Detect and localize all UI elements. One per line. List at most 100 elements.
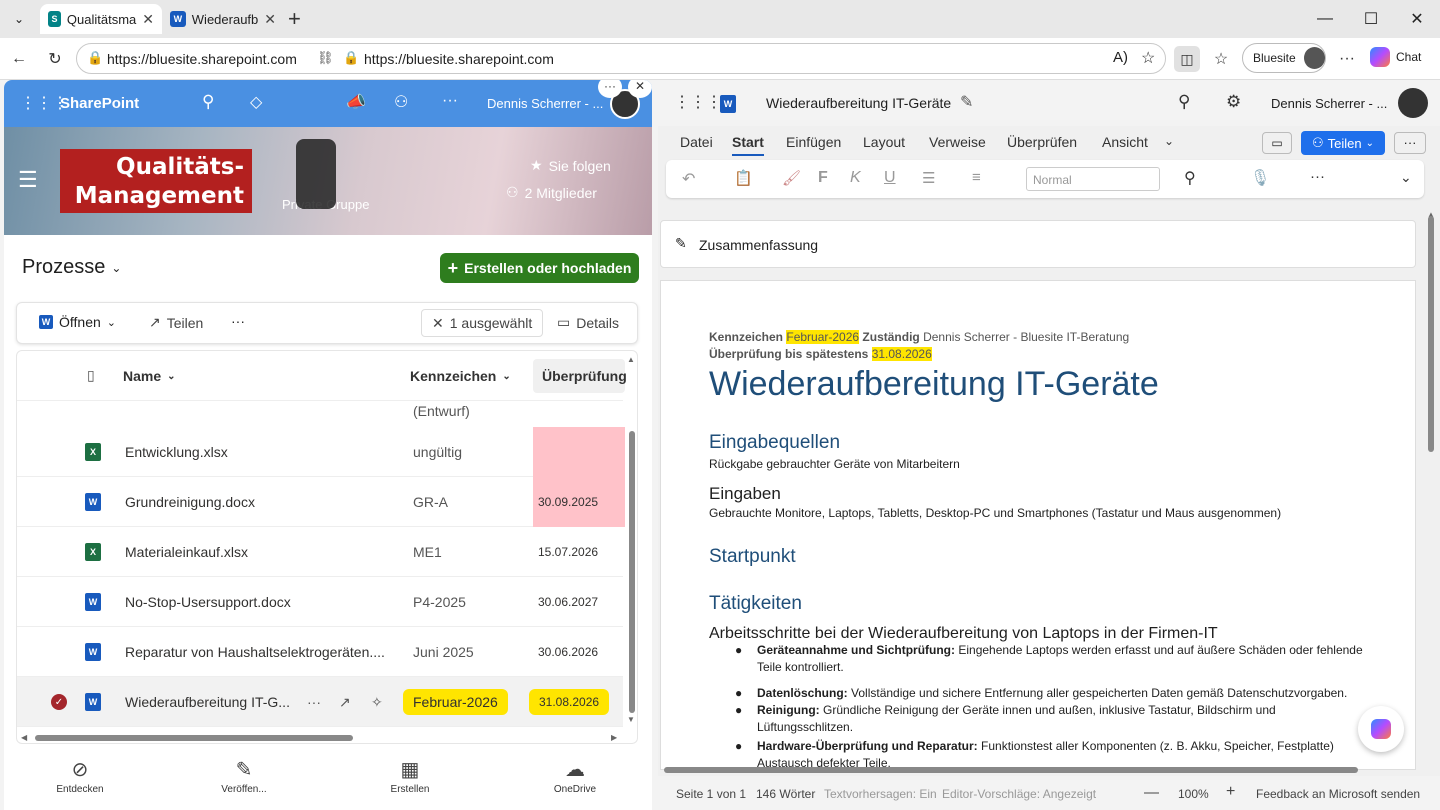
split-link-icon[interactable]: ⛓ bbox=[317, 50, 334, 66]
close-icon[interactable]: ✕ bbox=[628, 80, 652, 98]
tab-layout[interactable]: Layout bbox=[863, 134, 905, 150]
maximize-icon[interactable]: ☐ bbox=[1348, 0, 1394, 38]
follow-button[interactable]: ★ Sie folgen bbox=[530, 157, 611, 174]
underline-icon[interactable]: U bbox=[884, 169, 896, 187]
zoom-level[interactable]: 100% bbox=[1178, 787, 1209, 801]
table-row[interactable]: W Reparatur von Haushaltselektrogeräten..… bbox=[17, 627, 623, 677]
window-close-icon[interactable]: ✕ bbox=[1394, 0, 1440, 38]
close-icon[interactable]: ✕ bbox=[264, 11, 276, 28]
selection-count-button[interactable]: ✕ 1 ausgewählt bbox=[421, 309, 544, 337]
url-box[interactable]: 🔒 https://bluesite.sharepoint.com ⛓ 🔒 ht… bbox=[76, 43, 1166, 74]
scroll-thumb[interactable] bbox=[35, 735, 353, 741]
align-icon[interactable]: ≡ bbox=[972, 169, 981, 186]
scroll-right-icon[interactable]: ▶ bbox=[611, 733, 617, 742]
italic-icon[interactable]: K bbox=[850, 169, 861, 187]
copilot-outline-icon[interactable]: ◇ bbox=[250, 92, 262, 112]
column-kennzeichen[interactable]: Kennzeichen ⌄ bbox=[410, 368, 511, 384]
share-people-icon[interactable]: ⚇ bbox=[394, 92, 408, 112]
tab-word[interactable]: W Wiederaufb ✕ bbox=[162, 4, 284, 34]
edit-disabled-icon[interactable]: ✎ bbox=[960, 92, 973, 112]
file-name[interactable]: No-Stop-Usersupport.docx bbox=[125, 577, 291, 627]
library-title[interactable]: Prozesse ⌄ bbox=[22, 256, 121, 279]
column-name[interactable]: Name ⌄ bbox=[123, 368, 176, 384]
file-name[interactable]: Materialeinkauf.xlsx bbox=[125, 527, 248, 577]
column-ueberpruefung[interactable]: Überprüfung bbox=[533, 359, 627, 393]
text-predictions-status[interactable]: Textvorhersagen: Ein bbox=[824, 787, 937, 801]
details-button[interactable]: ▭ Details bbox=[557, 314, 619, 331]
file-name[interactable]: Grundreinigung.docx bbox=[125, 477, 255, 527]
file-type-column-icon[interactable]: ▯ bbox=[87, 367, 95, 384]
word-count[interactable]: 146 Wörter bbox=[756, 787, 815, 801]
scroll-thumb[interactable] bbox=[1428, 216, 1434, 452]
scroll-down-icon[interactable]: ▼ bbox=[627, 715, 635, 724]
more-icon[interactable]: ··· bbox=[1336, 48, 1358, 70]
comment-icon[interactable]: ▭ bbox=[1262, 132, 1292, 154]
share-button[interactable]: ↗ Teilen bbox=[149, 314, 203, 331]
document-canvas[interactable]: Kennzeichen Februar-2026 Zuständig Denni… bbox=[660, 280, 1416, 770]
zoom-in-icon[interactable]: + bbox=[1226, 783, 1235, 801]
table-row[interactable]: W Grundreinigung.docx GR-A 30.09.2025 bbox=[17, 477, 625, 527]
scroll-up-icon[interactable]: ▲ bbox=[627, 355, 635, 364]
format-painter-icon[interactable]: 🖌 bbox=[782, 169, 801, 187]
tab-verweise[interactable]: Verweise bbox=[929, 134, 986, 150]
more-icon[interactable]: ··· bbox=[231, 313, 245, 329]
tab-sharepoint[interactable]: S Qualitätsma ✕ bbox=[40, 4, 162, 34]
site-logo[interactable]: Qualitäts- Management bbox=[60, 149, 252, 213]
nav-erstellen[interactable]: ▦ Erstellen bbox=[360, 750, 460, 795]
more-icon[interactable]: ··· bbox=[1310, 168, 1325, 185]
open-button[interactable]: W Öffnen ⌄ bbox=[39, 314, 116, 330]
reload-icon[interactable]: ↻ bbox=[44, 48, 66, 70]
table-row[interactable]: W No-Stop-Usersupport.docx P4-2025 30.06.20… bbox=[17, 577, 623, 627]
selected-check-icon[interactable]: ✓ bbox=[51, 677, 67, 727]
sparkle-icon[interactable]: ✧ bbox=[371, 677, 383, 727]
scroll-left-icon[interactable]: ◀ bbox=[21, 733, 27, 742]
summary-panel[interactable]: ✎ Zusammenfassung bbox=[660, 220, 1416, 268]
scroll-thumb[interactable] bbox=[629, 431, 635, 713]
tab-ansicht[interactable]: Ansicht bbox=[1102, 134, 1148, 150]
megaphone-icon[interactable]: 📣 bbox=[346, 92, 366, 112]
minimize-icon[interactable]: — bbox=[1302, 0, 1348, 38]
file-name[interactable]: Reparatur von Haushaltselektrogeräten...… bbox=[125, 627, 385, 677]
favorites-icon[interactable]: ☆ bbox=[1210, 48, 1232, 70]
editor-suggestions-status[interactable]: Editor-Vorschläge: Angezeigt bbox=[942, 787, 1096, 801]
word-icon[interactable]: W bbox=[720, 95, 736, 113]
tab-datei[interactable]: Datei bbox=[680, 134, 713, 150]
split-screen-icon[interactable]: ◫ bbox=[1174, 46, 1200, 72]
tab-list-icon[interactable]: ⌄ bbox=[6, 6, 32, 32]
nav-entdecken[interactable]: ⊘ Entdecken bbox=[30, 750, 130, 795]
horizontal-scrollbar[interactable]: ◀ ▶ bbox=[17, 731, 623, 743]
search-icon[interactable]: ⚲ bbox=[1184, 168, 1196, 188]
style-select[interactable]: Normal bbox=[1026, 167, 1160, 191]
tab-start[interactable]: Start bbox=[732, 134, 764, 156]
paste-icon[interactable]: 📋 bbox=[734, 169, 753, 187]
undo-icon[interactable]: ↶ bbox=[682, 169, 695, 189]
new-tab-icon[interactable]: + bbox=[288, 6, 301, 32]
gear-icon[interactable]: ⚙ bbox=[1226, 92, 1241, 112]
url-left[interactable]: https://bluesite.sharepoint.com bbox=[107, 51, 297, 67]
file-name[interactable]: Entwicklung.xlsx bbox=[125, 427, 228, 477]
vertical-scrollbar[interactable]: ▲ ▼ bbox=[625, 351, 637, 743]
vertical-scrollbar[interactable]: ▲ bbox=[1424, 210, 1438, 770]
nav-veroeffentlichen[interactable]: ✎ Veröffen... bbox=[194, 750, 294, 795]
search-icon[interactable]: ⚲ bbox=[1178, 92, 1190, 112]
members-button[interactable]: ⚇ 2 Mitglieder bbox=[506, 184, 597, 201]
avatar[interactable] bbox=[1398, 88, 1428, 118]
app-title[interactable]: SharePoint bbox=[60, 95, 139, 112]
app-launcher-icon[interactable]: ⋮⋮⋮ bbox=[674, 92, 722, 112]
create-upload-button[interactable]: + Erstellen oder hochladen bbox=[440, 253, 639, 283]
feedback-link[interactable]: Feedback an Microsoft senden bbox=[1256, 787, 1420, 801]
share-button[interactable]: ⚇ Teilen ⌄ bbox=[1301, 131, 1385, 155]
table-row[interactable]: X Materialeinkauf.xlsx ME1 15.07.2026 bbox=[17, 527, 623, 577]
user-name[interactable]: Dennis Scherrer - ... bbox=[1271, 96, 1387, 111]
favorite-star-icon[interactable]: ☆ bbox=[1141, 48, 1155, 68]
user-name[interactable]: Dennis Scherrer - ... bbox=[487, 96, 603, 111]
copilot-fab[interactable] bbox=[1358, 706, 1404, 752]
more-icon[interactable]: ··· bbox=[307, 677, 321, 727]
table-row[interactable]: X Entwicklung.xlsx ungültig bbox=[17, 427, 625, 477]
chevron-down-icon[interactable]: ⌄ bbox=[1164, 134, 1174, 148]
zoom-out-icon[interactable]: — bbox=[1144, 784, 1159, 801]
horizontal-scrollbar[interactable] bbox=[664, 766, 1358, 774]
scroll-thumb[interactable] bbox=[664, 767, 1358, 773]
file-name[interactable]: Wiederaufbereitung IT-G... bbox=[125, 677, 290, 727]
share-icon[interactable]: ↗ bbox=[339, 677, 351, 727]
